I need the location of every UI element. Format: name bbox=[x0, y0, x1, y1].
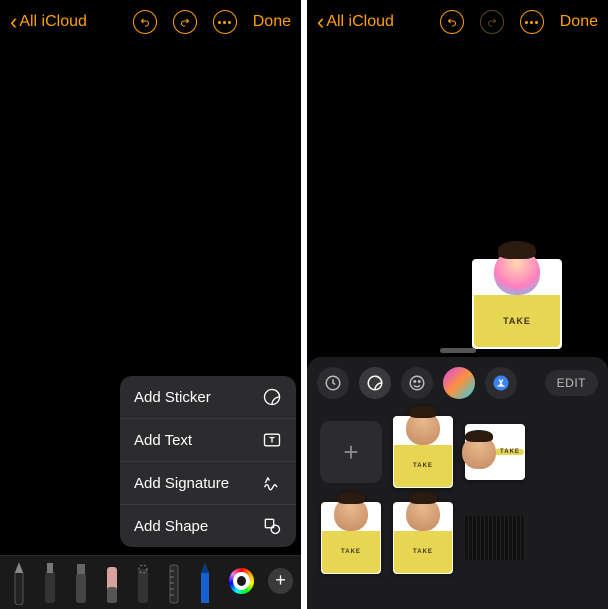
back-button[interactable]: ‹ All iCloud bbox=[317, 11, 440, 33]
menu-item-add-sticker[interactable]: Add Sticker bbox=[120, 376, 296, 419]
sticker-cell[interactable]: TAKE bbox=[391, 499, 455, 577]
sticker-tee-text: TAKE bbox=[413, 549, 433, 555]
sticker-cell[interactable]: TAKE bbox=[319, 499, 383, 577]
undo-button[interactable] bbox=[133, 10, 157, 34]
tool-highlighter[interactable] bbox=[70, 559, 91, 605]
sticker-panel: EDIT + TAKE TAKE bbox=[307, 357, 608, 609]
tab-memoji[interactable] bbox=[443, 367, 475, 399]
sticker-cell[interactable] bbox=[463, 499, 527, 577]
tab-emoji[interactable] bbox=[401, 367, 433, 399]
tool-eraser[interactable] bbox=[101, 559, 122, 605]
sticker-cell[interactable] bbox=[535, 499, 599, 577]
sticker-head-icon bbox=[494, 249, 540, 295]
back-button[interactable]: ‹ All iCloud bbox=[10, 11, 133, 33]
back-label: All iCloud bbox=[19, 13, 87, 31]
sticker-grid: + TAKE TAKE TAKE bbox=[317, 413, 598, 577]
menu-item-label: Add Shape bbox=[134, 518, 208, 535]
redo-button[interactable] bbox=[173, 10, 197, 34]
sticker-head-icon bbox=[462, 435, 496, 469]
sticker-cell[interactable]: TAKE bbox=[463, 413, 527, 491]
menu-item-label: Add Sticker bbox=[134, 389, 211, 406]
sticker-tabs: EDIT bbox=[317, 367, 598, 399]
sticker-tee-text: TAKE bbox=[500, 449, 520, 455]
tab-stickers[interactable] bbox=[359, 367, 391, 399]
undo-button[interactable] bbox=[440, 10, 464, 34]
keyboard-sticker-icon bbox=[465, 516, 525, 560]
more-button[interactable] bbox=[520, 10, 544, 34]
menu-item-add-text[interactable]: Add Text bbox=[120, 419, 296, 462]
menu-item-label: Add Text bbox=[134, 432, 192, 449]
sticker-head-icon bbox=[406, 411, 440, 445]
nav-bar: ‹ All iCloud Done bbox=[307, 0, 608, 44]
tab-appstore[interactable] bbox=[485, 367, 517, 399]
color-picker-button[interactable] bbox=[229, 568, 254, 594]
nav-actions: Done bbox=[440, 10, 598, 34]
add-sticker-cell[interactable]: + bbox=[319, 413, 383, 491]
sticker-tee-text: TAKE bbox=[503, 316, 531, 326]
shapes-icon bbox=[262, 516, 282, 536]
nav-bar: ‹ All iCloud Done bbox=[0, 0, 301, 44]
tool-lasso[interactable] bbox=[132, 559, 153, 605]
phone-left: ‹ All iCloud Done Add Sticker bbox=[0, 0, 301, 609]
edit-button[interactable]: EDIT bbox=[545, 370, 598, 396]
tab-recents[interactable] bbox=[317, 367, 349, 399]
back-label: All iCloud bbox=[326, 13, 394, 31]
sticker-body: TAKE bbox=[474, 295, 560, 347]
sticker-icon bbox=[262, 387, 282, 407]
signature-icon bbox=[262, 473, 282, 493]
sticker-head-icon bbox=[334, 497, 368, 531]
redo-button-disabled bbox=[480, 10, 504, 34]
more-button[interactable] bbox=[213, 10, 237, 34]
sticker-head-icon bbox=[406, 497, 440, 531]
edit-label: EDIT bbox=[557, 376, 586, 390]
sheet-grabber[interactable] bbox=[440, 348, 476, 353]
sticker-cell[interactable] bbox=[535, 413, 599, 491]
done-button[interactable]: Done bbox=[560, 13, 598, 31]
menu-item-label: Add Signature bbox=[134, 475, 229, 492]
done-button[interactable]: Done bbox=[253, 13, 291, 31]
plus-icon: + bbox=[320, 421, 382, 483]
markup-toolbar: + bbox=[0, 555, 301, 609]
sticker-tee-text: TAKE bbox=[341, 549, 361, 555]
tool-ruler[interactable] bbox=[163, 559, 184, 605]
menu-item-add-signature[interactable]: Add Signature bbox=[120, 462, 296, 505]
placed-sticker[interactable]: TAKE bbox=[472, 259, 562, 349]
tool-marker[interactable] bbox=[39, 559, 60, 605]
sticker-cell[interactable]: TAKE bbox=[391, 413, 455, 491]
chevron-left-icon: ‹ bbox=[317, 11, 324, 33]
sticker-tee-text: TAKE bbox=[413, 463, 433, 469]
text-box-icon bbox=[262, 430, 282, 450]
menu-item-add-shape[interactable]: Add Shape bbox=[120, 505, 296, 547]
nav-actions: Done bbox=[133, 10, 291, 34]
phone-right: ‹ All iCloud Done TAKE bbox=[307, 0, 608, 609]
chevron-left-icon: ‹ bbox=[10, 11, 17, 33]
add-menu: Add Sticker Add Text Add Signature Add S… bbox=[120, 376, 296, 547]
add-button[interactable]: + bbox=[268, 568, 293, 594]
tool-pen[interactable] bbox=[8, 559, 29, 605]
tool-pencil[interactable] bbox=[194, 559, 215, 605]
